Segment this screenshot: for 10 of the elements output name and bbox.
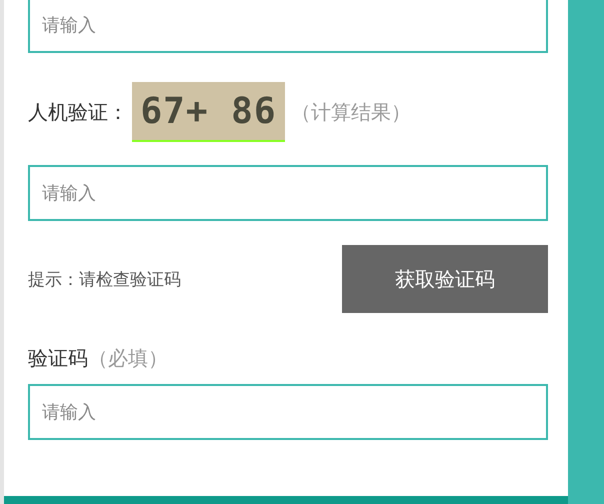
- input-field[interactable]: 请输入: [28, 384, 548, 440]
- get-code-button[interactable]: 获取验证码: [342, 245, 548, 313]
- code-label: 验证码: [28, 345, 88, 372]
- input-field[interactable]: 请输入: [28, 165, 548, 221]
- required-note: （必填）: [88, 345, 168, 372]
- captcha-label: 人机验证：: [28, 98, 128, 126]
- hint-text: 提示：请检查验证码: [28, 268, 181, 290]
- captcha-image: 67+ 86: [132, 82, 285, 142]
- input-field[interactable]: 请输入: [28, 0, 548, 53]
- captcha-note: （计算结果）: [291, 98, 411, 126]
